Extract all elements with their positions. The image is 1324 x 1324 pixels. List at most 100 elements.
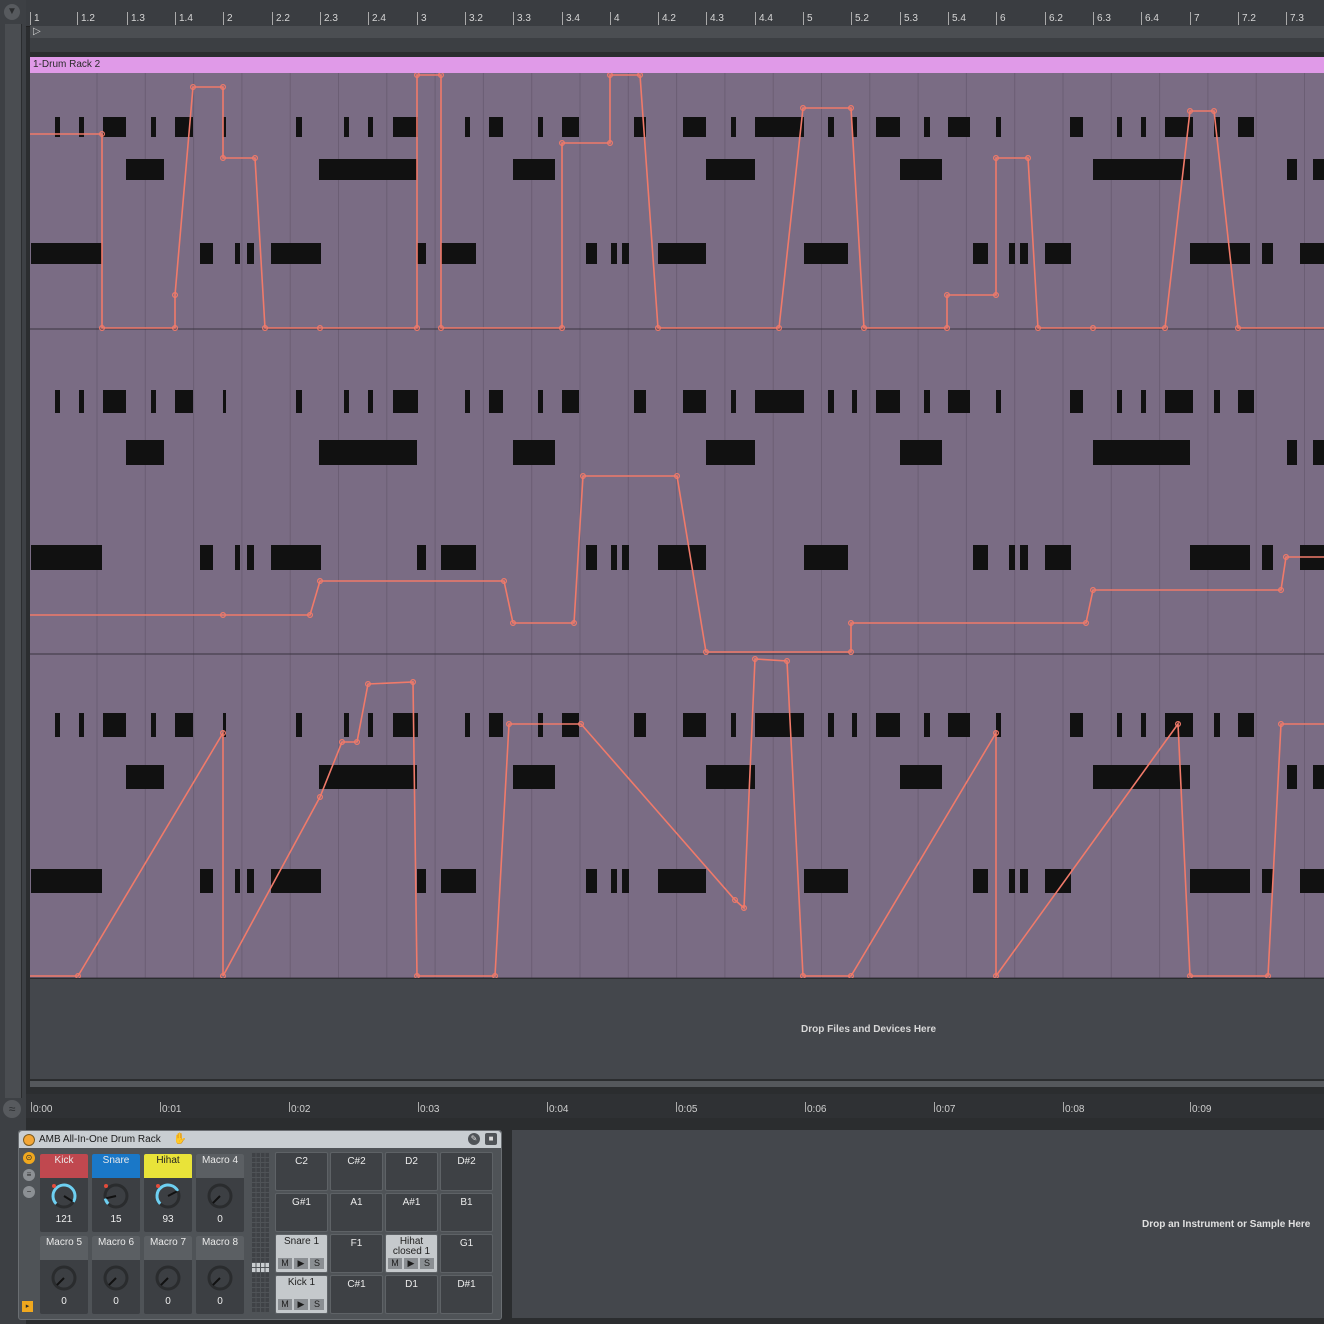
- midi-note[interactable]: [368, 713, 373, 737]
- midi-note[interactable]: [465, 390, 470, 413]
- midi-note[interactable]: [31, 545, 102, 570]
- pad-solo-button[interactable]: S: [420, 1258, 434, 1269]
- midi-note[interactable]: [1287, 159, 1297, 180]
- midi-note[interactable]: [1287, 765, 1297, 789]
- drop-area[interactable]: Drop Files and Devices Here: [30, 979, 1324, 1079]
- midi-note[interactable]: [611, 545, 617, 570]
- macro-8[interactable]: Macro 8 0: [196, 1236, 244, 1314]
- midi-note[interactable]: [900, 159, 942, 180]
- pad-mute-button[interactable]: M: [278, 1299, 292, 1310]
- macro-3[interactable]: Hihat 93: [144, 1154, 192, 1232]
- midi-note[interactable]: [538, 390, 543, 413]
- midi-note[interactable]: [611, 869, 617, 893]
- midi-note[interactable]: [538, 713, 543, 737]
- midi-note[interactable]: [973, 869, 988, 893]
- midi-note[interactable]: [1214, 390, 1220, 413]
- drum-pad[interactable]: C2: [275, 1152, 328, 1191]
- midi-note[interactable]: [1020, 243, 1028, 264]
- midi-note[interactable]: [683, 117, 706, 137]
- midi-note[interactable]: [1238, 390, 1254, 413]
- midi-note[interactable]: [755, 390, 804, 413]
- drum-pad[interactable]: D1: [385, 1275, 438, 1314]
- midi-note[interactable]: [489, 117, 503, 137]
- midi-note[interactable]: [1117, 390, 1122, 413]
- midi-note[interactable]: [1117, 117, 1122, 137]
- midi-note[interactable]: [1093, 440, 1190, 465]
- macro-knob[interactable]: [154, 1264, 182, 1292]
- midi-note[interactable]: [1141, 713, 1146, 737]
- pad-solo-button[interactable]: S: [310, 1299, 324, 1310]
- midi-note[interactable]: [417, 869, 426, 893]
- device-title-bar[interactable]: AMB All-In-One Drum Rack ✋ ✎ ■: [19, 1131, 501, 1148]
- macro-view-icon[interactable]: ⊙: [23, 1152, 35, 1164]
- midi-note[interactable]: [755, 713, 804, 737]
- midi-note[interactable]: [683, 390, 706, 413]
- midi-note[interactable]: [31, 869, 102, 893]
- midi-note[interactable]: [996, 390, 1001, 413]
- midi-note[interactable]: [1045, 243, 1071, 264]
- drum-pad[interactable]: G1: [440, 1234, 493, 1273]
- drum-pad[interactable]: F1: [330, 1234, 383, 1273]
- midi-note[interactable]: [634, 390, 646, 413]
- midi-note[interactable]: [151, 117, 156, 137]
- beat-ruler[interactable]: 1 1.2 1.3 1.4 2 2.2 2.3 2.4 3 3.2 3.3 3.4 4 4.2 4.3 4.4…: [26, 0, 1324, 27]
- midi-note[interactable]: [852, 390, 857, 413]
- clip-header[interactable]: 1-Drum Rack 2: [30, 57, 1324, 73]
- pad-overview[interactable]: [252, 1153, 270, 1313]
- midi-note[interactable]: [948, 390, 970, 413]
- midi-note[interactable]: [996, 117, 1001, 137]
- midi-note[interactable]: [562, 390, 579, 413]
- midi-note[interactable]: [658, 243, 706, 264]
- midi-note[interactable]: [611, 243, 617, 264]
- midi-note[interactable]: [1313, 440, 1324, 465]
- midi-note[interactable]: [344, 390, 349, 413]
- midi-note[interactable]: [586, 243, 597, 264]
- midi-note[interactable]: [1009, 869, 1015, 893]
- midi-note[interactable]: [393, 117, 418, 137]
- midi-note[interactable]: [706, 159, 755, 180]
- midi-note[interactable]: [1190, 545, 1250, 570]
- midi-note[interactable]: [223, 390, 226, 413]
- midi-note[interactable]: [1165, 390, 1193, 413]
- midi-note[interactable]: [271, 243, 321, 264]
- midi-note[interactable]: [562, 713, 579, 737]
- midi-note[interactable]: [247, 243, 254, 264]
- midi-note[interactable]: [31, 243, 102, 264]
- midi-note[interactable]: [319, 765, 417, 789]
- midi-note[interactable]: [296, 713, 302, 737]
- midi-note[interactable]: [1093, 765, 1190, 789]
- divider-handle[interactable]: [503, 1200, 509, 1240]
- macro-label[interactable]: Macro 7: [144, 1236, 192, 1260]
- midi-note[interactable]: [296, 390, 302, 413]
- macro-4[interactable]: Macro 4 0: [196, 1154, 244, 1232]
- macro-7[interactable]: Macro 7 0: [144, 1236, 192, 1314]
- clip-content[interactable]: [30, 73, 1324, 978]
- midi-note[interactable]: [622, 869, 629, 893]
- midi-note[interactable]: [126, 440, 164, 465]
- drum-pad[interactable]: A#1: [385, 1193, 438, 1232]
- macro-knob[interactable]: [206, 1264, 234, 1292]
- midi-note[interactable]: [731, 390, 736, 413]
- midi-note[interactable]: [1238, 117, 1254, 137]
- midi-note[interactable]: [622, 243, 629, 264]
- midi-note[interactable]: [973, 545, 988, 570]
- midi-note[interactable]: [103, 117, 126, 137]
- midi-note[interactable]: [948, 117, 970, 137]
- midi-note[interactable]: [393, 390, 418, 413]
- midi-note[interactable]: [706, 765, 755, 789]
- midi-note[interactable]: [1313, 765, 1324, 789]
- midi-note[interactable]: [1190, 243, 1250, 264]
- midi-note[interactable]: [513, 765, 555, 789]
- midi-note[interactable]: [1009, 243, 1015, 264]
- drum-pad[interactable]: Hihat closed 1 M ▶ S: [385, 1234, 438, 1273]
- collapse-icon[interactable]: ▸: [22, 1301, 33, 1312]
- macro-2[interactable]: Snare 15: [92, 1154, 140, 1232]
- horizontal-scrollbar[interactable]: [30, 1081, 1324, 1087]
- midi-note[interactable]: [731, 713, 736, 737]
- macro-label[interactable]: Snare: [92, 1154, 140, 1178]
- midi-note[interactable]: [538, 117, 543, 137]
- midi-note[interactable]: [634, 713, 646, 737]
- instrument-drop-area[interactable]: Drop an Instrument or Sample Here: [512, 1130, 1324, 1318]
- midi-note[interactable]: [1262, 243, 1273, 264]
- midi-note[interactable]: [1020, 869, 1028, 893]
